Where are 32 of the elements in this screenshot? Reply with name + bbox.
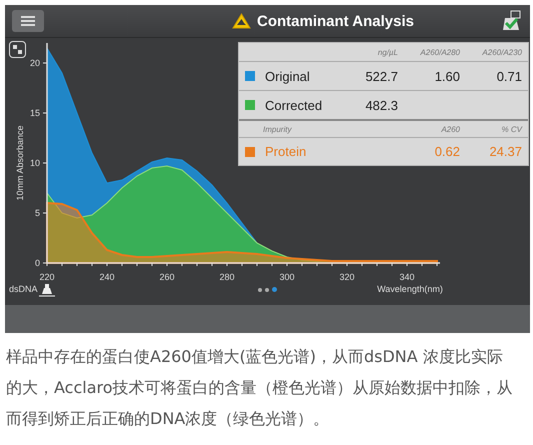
sample-name: Original: [265, 68, 310, 84]
column-header: A260/A230: [481, 48, 522, 56]
table-cell-text: 522.7: [364, 68, 398, 84]
column-header: ng/µL: [376, 48, 398, 56]
column-header: % CV: [500, 124, 522, 134]
column-header: A260/A280: [419, 48, 460, 56]
axis-title: Wavelength(nm): [377, 284, 443, 294]
tick-label: 0: [34, 258, 40, 268]
table-cell-text: 482.3: [364, 98, 398, 112]
sample-name: Corrected: [265, 98, 322, 112]
axis-title: 10mm Absorbance: [15, 125, 25, 201]
tick-label: 340: [399, 272, 415, 282]
tick-label: 300: [279, 272, 295, 282]
tick-label: 240: [99, 272, 115, 282]
table-cell-text: 0.62: [434, 144, 460, 159]
tick-label: 280: [219, 272, 235, 282]
tick-label: 260: [159, 272, 175, 282]
tick-label: 220: [39, 272, 55, 282]
impurity-name: Protein: [265, 144, 306, 159]
tick-label: 15: [30, 108, 40, 118]
column-header: Impurity: [262, 124, 293, 134]
table-cell-text: 24.37: [488, 144, 522, 159]
caption-text: 样品中存在的蛋白使A260值增大(蓝色光谱)，从而dsDNA 浓度比实际的大，Acclaro技术可将蛋白的含量（橙色光谱）从原始数据中扣除，从而得到矫正后正确的DNA浓度（绿色光谱）。: [6, 346, 514, 430]
tick-label: 5: [34, 208, 40, 218]
window-title: Contaminant Analysis: [257, 12, 414, 30]
sample-type-label: dsDNA: [9, 284, 38, 294]
tick-label: 10: [30, 158, 40, 168]
tick-label: 20: [30, 58, 40, 68]
table-cell-text: 1.60: [434, 68, 460, 84]
table-cell-text: 0.71: [496, 68, 522, 84]
column-header: A260: [440, 124, 460, 134]
tick-label: 320: [339, 272, 355, 282]
